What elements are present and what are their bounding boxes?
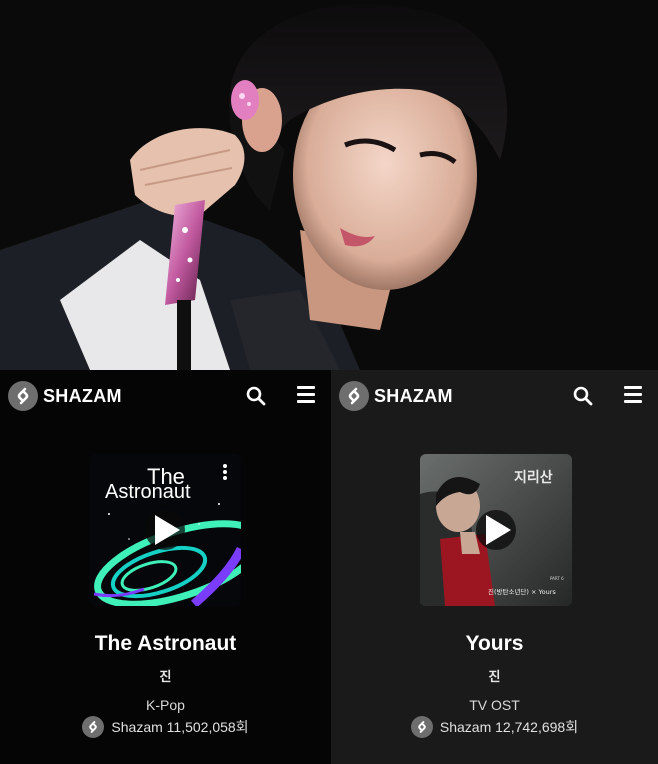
shazam-logo-icon <box>8 381 38 411</box>
play-button[interactable] <box>145 510 185 550</box>
play-button[interactable] <box>476 510 516 550</box>
right-song-panel: SHAZAM 지리산 PART 6 진(방탄소년단) × Yours Yours… <box>331 370 658 764</box>
shazam-logo-icon <box>410 716 433 738</box>
performer-photo <box>0 0 658 370</box>
brand-wordmark: SHAZAM <box>43 385 122 406</box>
shazam-count: Shazam 12,742,698회 <box>331 716 658 738</box>
shazam-count: Shazam 11,502,058회 <box>0 716 331 738</box>
cover-credit: 진(방탄소년단) × Yours <box>488 587 556 596</box>
hamburger-menu-icon[interactable] <box>624 386 644 406</box>
shazam-logo[interactable]: SHAZAM <box>339 380 453 412</box>
shazam-count-label: Shazam 11,502,058회 <box>111 719 249 735</box>
brand-wordmark: SHAZAM <box>374 385 453 406</box>
play-icon <box>155 515 180 545</box>
app-header: SHAZAM <box>0 380 331 412</box>
cover-text-astronaut: Astronaut <box>105 481 191 503</box>
cover-title: 지리산 <box>514 469 553 486</box>
song-title[interactable]: The Astronaut <box>0 632 331 656</box>
search-icon[interactable] <box>245 385 267 407</box>
more-vertical-icon[interactable] <box>223 464 229 484</box>
genre-label: TV OST <box>469 697 520 713</box>
shazam-logo-icon <box>339 381 369 411</box>
artist-name[interactable]: 진 <box>331 666 658 685</box>
app-header: SHAZAM <box>331 380 658 412</box>
cover-part: PART 6 <box>550 576 564 581</box>
genre-label: K-Pop <box>146 697 185 713</box>
search-icon[interactable] <box>572 385 594 407</box>
play-icon <box>486 515 511 545</box>
shazam-count-label: Shazam 12,742,698회 <box>439 719 579 735</box>
album-cover[interactable]: 지리산 PART 6 진(방탄소년단) × Yours <box>420 454 572 606</box>
hamburger-menu-icon[interactable] <box>297 386 317 406</box>
shazam-logo[interactable]: SHAZAM <box>8 380 122 412</box>
left-song-panel: SHAZAM The Astronaut The Astronaut 진 K-P… <box>0 370 331 764</box>
artist-name[interactable]: 진 <box>0 666 331 685</box>
shazam-logo-icon <box>82 716 105 738</box>
song-title[interactable]: Yours <box>331 632 658 656</box>
album-cover[interactable]: The Astronaut <box>89 454 241 606</box>
